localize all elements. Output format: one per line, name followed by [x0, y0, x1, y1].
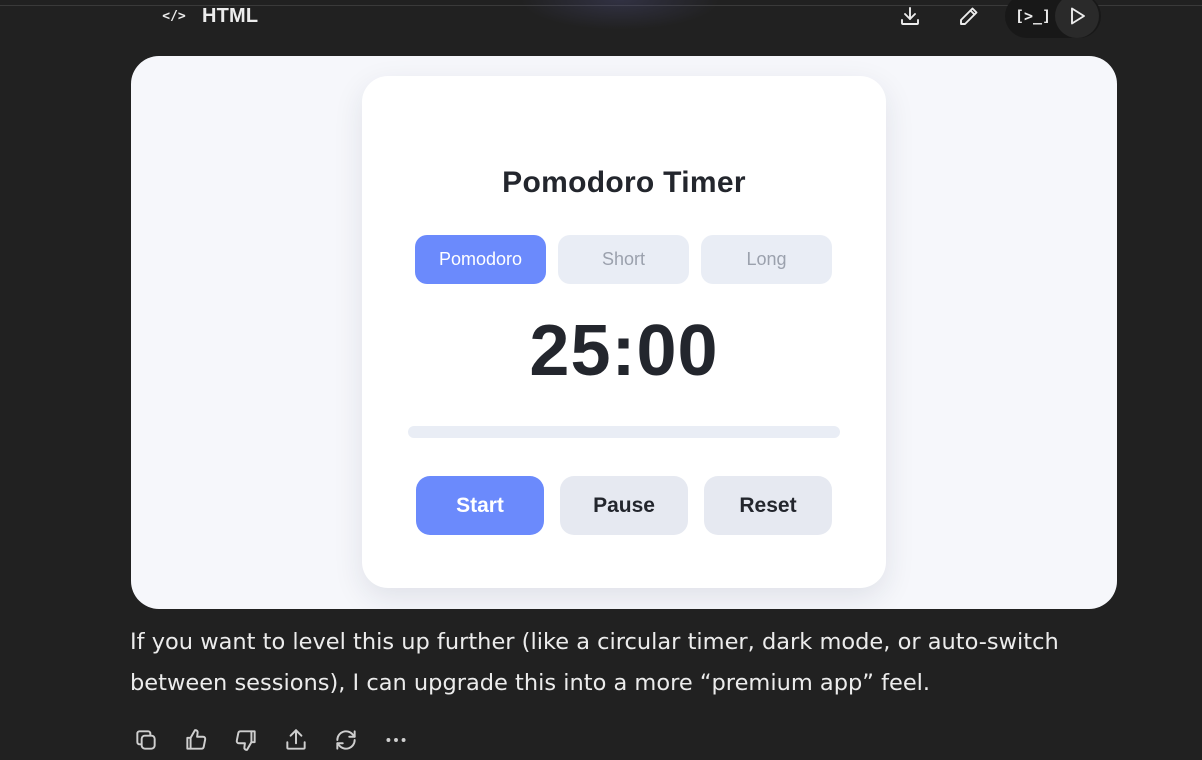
edit-button[interactable] — [951, 0, 987, 34]
mode-pomodoro-button[interactable]: Pomodoro — [415, 235, 546, 284]
thumbs-up-button[interactable] — [178, 722, 214, 758]
regenerate-button[interactable] — [328, 722, 364, 758]
start-button[interactable]: Start — [416, 476, 544, 535]
code-block-actions: [>_] — [892, 0, 1101, 38]
regenerate-icon — [336, 730, 356, 750]
pause-button[interactable]: Pause — [560, 476, 688, 535]
download-icon — [901, 7, 919, 25]
code-block-header: </> HTML — [160, 0, 258, 32]
copy-icon — [136, 730, 156, 750]
share-button[interactable] — [278, 722, 314, 758]
more-button[interactable] — [378, 722, 414, 758]
code-icon: </> — [162, 8, 186, 24]
more-icon — [386, 738, 406, 742]
mode-selector: Pomodoro Short Long — [415, 235, 835, 285]
reset-button[interactable]: Reset — [704, 476, 832, 535]
thumbs-down-icon — [235, 730, 256, 751]
thumbs-up-icon — [186, 729, 207, 750]
thumbs-down-button[interactable] — [228, 722, 264, 758]
progress-bar — [408, 426, 840, 438]
code-language-label: HTML — [202, 4, 259, 27]
mode-long-button[interactable]: Long — [701, 235, 832, 284]
console-icon: [>_] — [1014, 7, 1052, 25]
pencil-icon — [960, 7, 978, 25]
timer-controls: Start Pause Reset — [416, 476, 836, 536]
timer-card: Pomodoro Timer Pomodoro Short Long 25:00… — [362, 76, 886, 588]
copy-button[interactable] — [128, 722, 164, 758]
chat-page: </> HTML [>_] Pomodoro Timer Pomodoro Sh… — [0, 0, 1202, 760]
share-icon — [286, 729, 306, 750]
message-actions — [128, 722, 414, 758]
mode-short-button[interactable]: Short — [558, 235, 689, 284]
html-preview: Pomodoro Timer Pomodoro Short Long 25:00… — [131, 56, 1117, 609]
top-glow — [520, 0, 720, 30]
run-button[interactable] — [1055, 0, 1099, 38]
play-icon — [1071, 7, 1085, 25]
assistant-message: If you want to level this up further (li… — [130, 629, 1059, 696]
timer-display: 25:00 — [529, 311, 719, 391]
download-button[interactable] — [892, 0, 928, 34]
console-button[interactable]: [>_] — [1011, 0, 1055, 38]
app-title: Pomodoro Timer — [502, 166, 746, 199]
run-controls: [>_] — [1005, 0, 1101, 38]
